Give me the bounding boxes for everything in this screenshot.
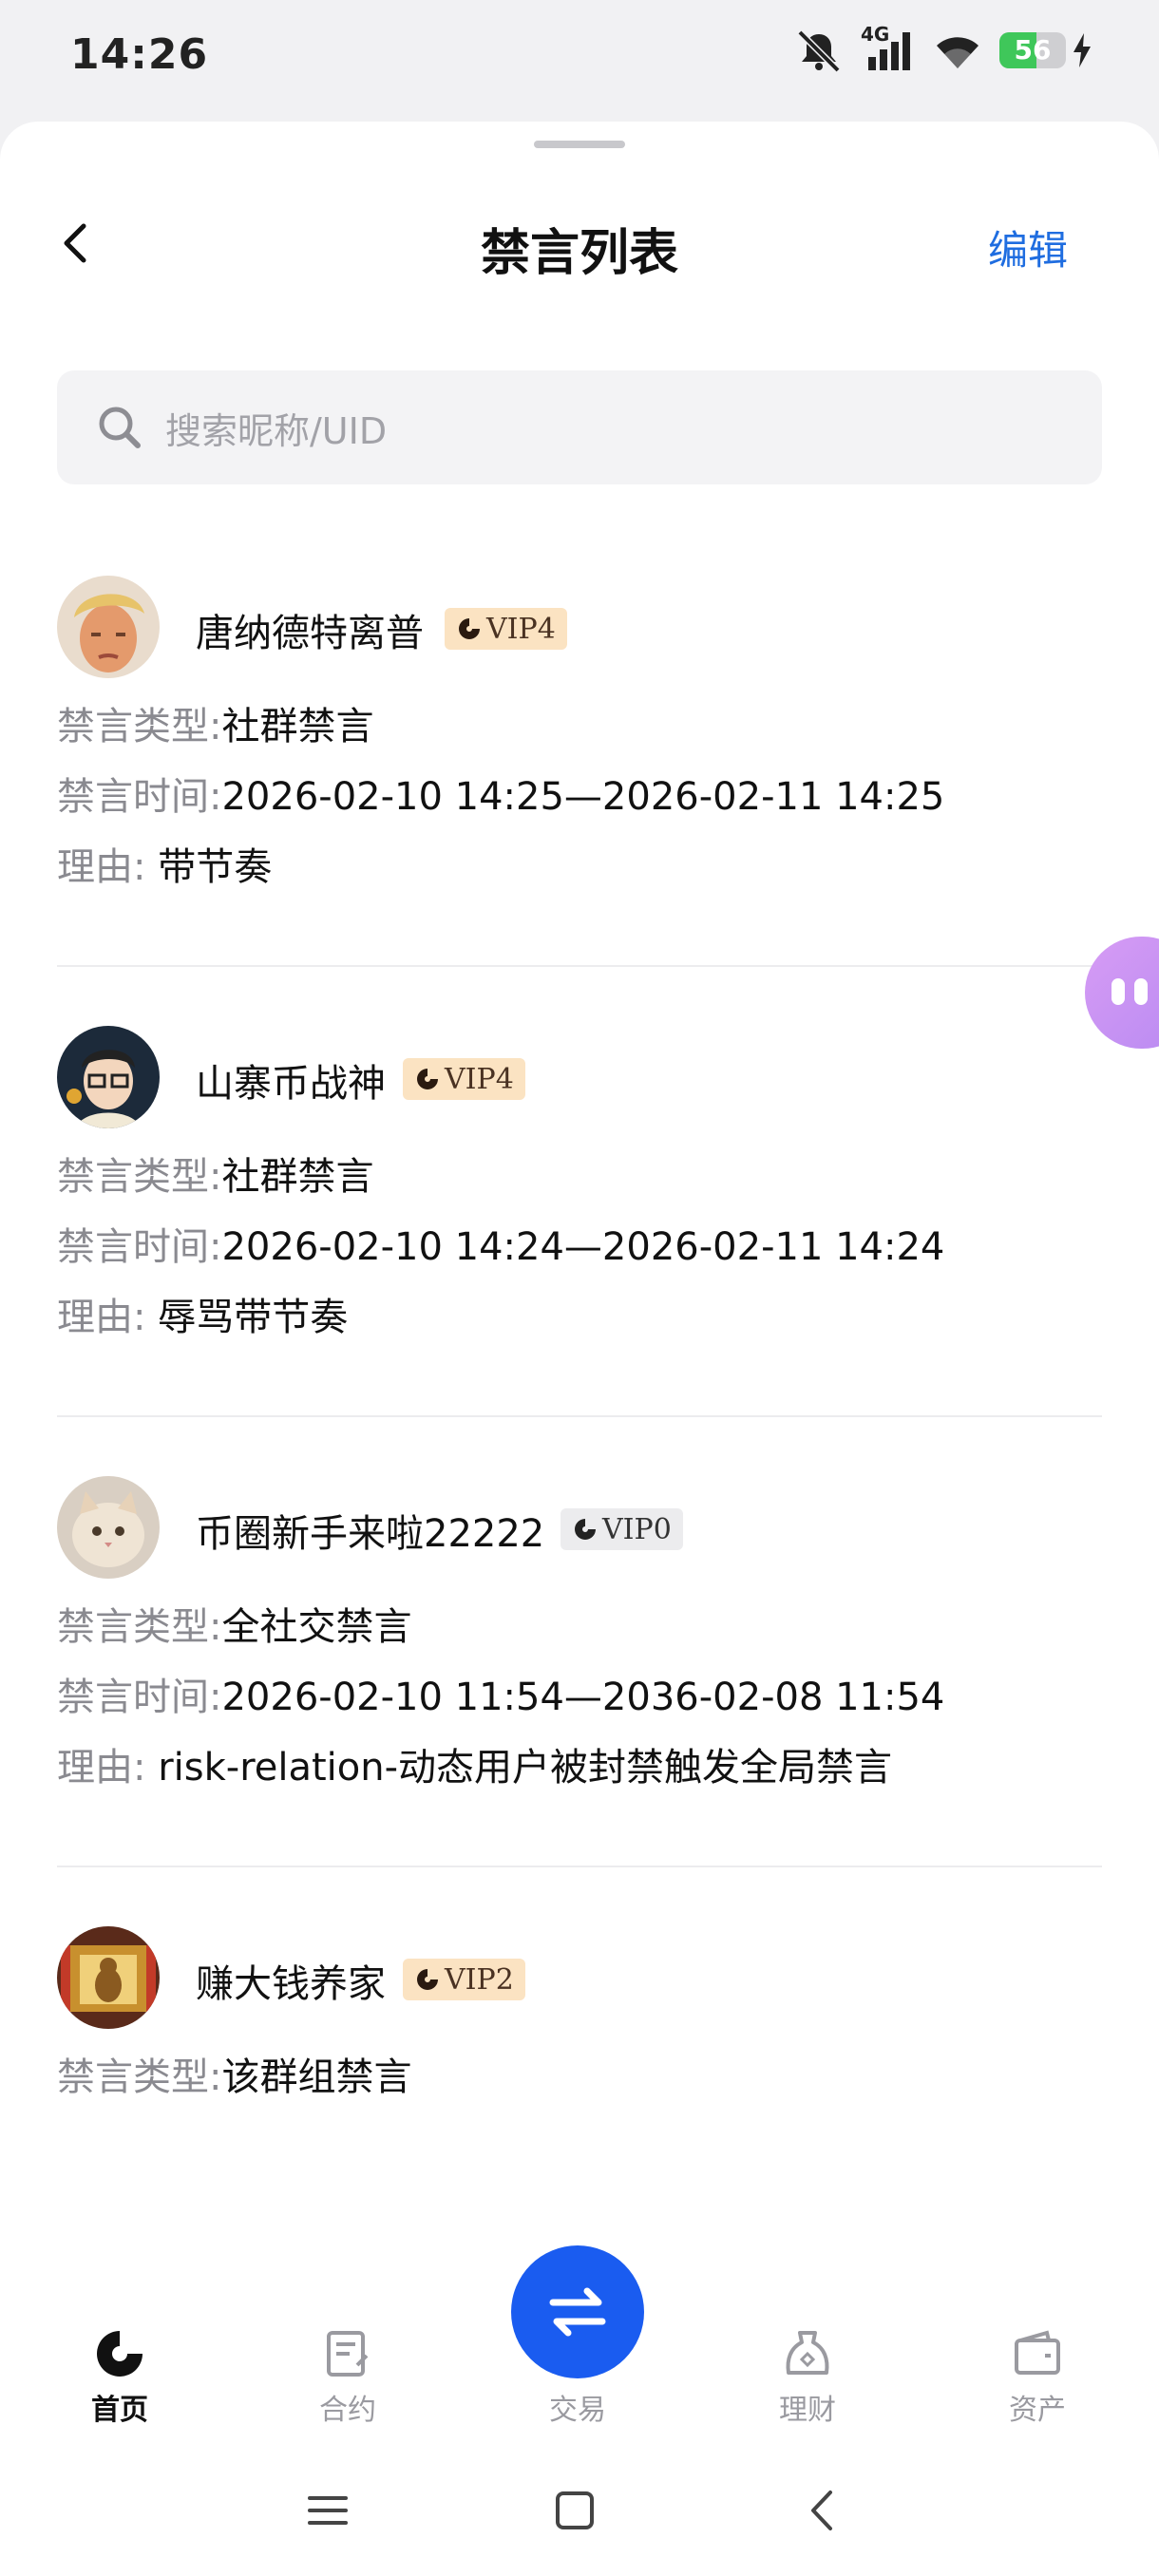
list-item[interactable]: 唐纳德特离普 VIP4 禁言类型:社群禁言 禁言时间:2026-02-10 14… xyxy=(57,576,1102,893)
system-nav-bar xyxy=(0,2451,1159,2576)
home-square-icon[interactable] xyxy=(551,2487,598,2534)
battery-icon: 56 xyxy=(999,32,1092,68)
tab-finance[interactable]: 理财 xyxy=(732,2327,884,2428)
sheet-drag-handle[interactable] xyxy=(534,141,625,148)
avatar[interactable] xyxy=(57,576,160,678)
tab-contract[interactable]: 合约 xyxy=(272,2327,424,2428)
mute-type-row: 禁言类型:社群禁言 xyxy=(57,1155,374,1199)
mute-icon xyxy=(797,29,841,72)
user-name: 赚大钱养家 xyxy=(196,1962,386,2006)
edit-button[interactable]: 编辑 xyxy=(988,218,1068,276)
contract-icon xyxy=(327,2331,369,2377)
mute-list-sheet: 禁言列表 编辑 搜索昵称/UID 唐纳德特离普 VIP4 禁言类型:社群禁言 禁… xyxy=(0,122,1159,2576)
reason-row: 理由: risk-relation-动态用户被封禁触发全局禁言 xyxy=(57,1746,893,1790)
wifi-icon xyxy=(937,37,978,68)
menu-icon[interactable] xyxy=(304,2487,352,2534)
reason-row: 理由: 带节奏 xyxy=(57,845,273,889)
header: 禁言列表 编辑 xyxy=(0,207,1159,283)
finance-icon xyxy=(786,2331,829,2375)
assistant-eye-icon xyxy=(1112,978,1125,1005)
tab-home-label: 首页 xyxy=(91,2394,148,2427)
vip-badge: VIP4 xyxy=(403,1058,525,1100)
reason-row: 理由: 辱骂带节奏 xyxy=(57,1296,349,1339)
divider xyxy=(57,1866,1102,1867)
user-name: 山寨币战神 xyxy=(196,1062,386,1106)
assistant-eye-icon xyxy=(1134,978,1148,1005)
page-title: 禁言列表 xyxy=(480,225,678,282)
tab-trade[interactable]: 交易 xyxy=(502,2327,654,2428)
user-name: 币圈新手来啦22222 xyxy=(196,1512,545,1556)
tab-assets-label: 资产 xyxy=(1009,2394,1066,2427)
signal-icon: 4G xyxy=(861,23,916,72)
battery-percent: 56 xyxy=(1014,34,1052,66)
vip-logo-icon xyxy=(459,618,480,639)
home-icon xyxy=(97,2331,142,2377)
wallet-icon xyxy=(1015,2330,1060,2375)
mute-time-row: 禁言时间:2026-02-10 11:54—2036-02-08 11:54 xyxy=(57,1676,945,1719)
tab-contract-label: 合约 xyxy=(319,2394,376,2427)
status-time: 14:26 xyxy=(70,30,209,79)
charging-icon xyxy=(1074,33,1091,67)
avatar[interactable] xyxy=(57,1926,160,2029)
list-item[interactable]: 山寨币战神 VIP4 禁言类型:社群禁言 禁言时间:2026-02-10 14:… xyxy=(57,1026,1102,1343)
divider xyxy=(57,965,1102,967)
bottom-tab-bar: 首页 合约 交易 理财 资产 xyxy=(0,2213,1159,2441)
tab-finance-label: 理财 xyxy=(779,2394,836,2427)
back-nav-icon[interactable] xyxy=(800,2487,847,2534)
user-name: 唐纳德特离普 xyxy=(196,612,424,655)
vip-logo-icon xyxy=(417,1969,438,1990)
search-input[interactable]: 搜索昵称/UID xyxy=(57,370,1102,484)
search-icon xyxy=(99,407,141,448)
status-bar: 14:26 4G 56 xyxy=(0,0,1159,114)
list-item[interactable]: 赚大钱养家 VIP2 禁言类型:该群组禁言 xyxy=(57,1926,1102,2103)
vip-logo-icon xyxy=(417,1069,438,1089)
vip-badge: VIP4 xyxy=(445,608,567,650)
vip-badge: VIP0 xyxy=(560,1508,683,1550)
divider xyxy=(57,1415,1102,1417)
tab-trade-label: 交易 xyxy=(549,2394,606,2427)
tab-home[interactable]: 首页 xyxy=(44,2327,196,2428)
list-item[interactable]: 币圈新手来啦22222 VIP0 禁言类型:全社交禁言 禁言时间:2026-02… xyxy=(57,1476,1102,1793)
status-icons: 4G 56 xyxy=(794,23,1092,72)
vip-logo-icon xyxy=(575,1519,596,1540)
tab-assets[interactable]: 资产 xyxy=(961,2327,1113,2428)
mute-type-row: 禁言类型:社群禁言 xyxy=(57,705,374,748)
vip-badge: VIP2 xyxy=(403,1959,525,2000)
mute-type-row: 禁言类型:全社交禁言 xyxy=(57,1605,412,1649)
mute-time-row: 禁言时间:2026-02-10 14:24—2026-02-11 14:24 xyxy=(57,1225,945,1269)
avatar[interactable] xyxy=(57,1476,160,1579)
avatar[interactable] xyxy=(57,1026,160,1128)
mute-type-row: 禁言类型:该群组禁言 xyxy=(57,2055,412,2099)
search-placeholder: 搜索昵称/UID xyxy=(165,409,388,452)
mute-time-row: 禁言时间:2026-02-10 14:25—2026-02-11 14:25 xyxy=(57,775,945,819)
